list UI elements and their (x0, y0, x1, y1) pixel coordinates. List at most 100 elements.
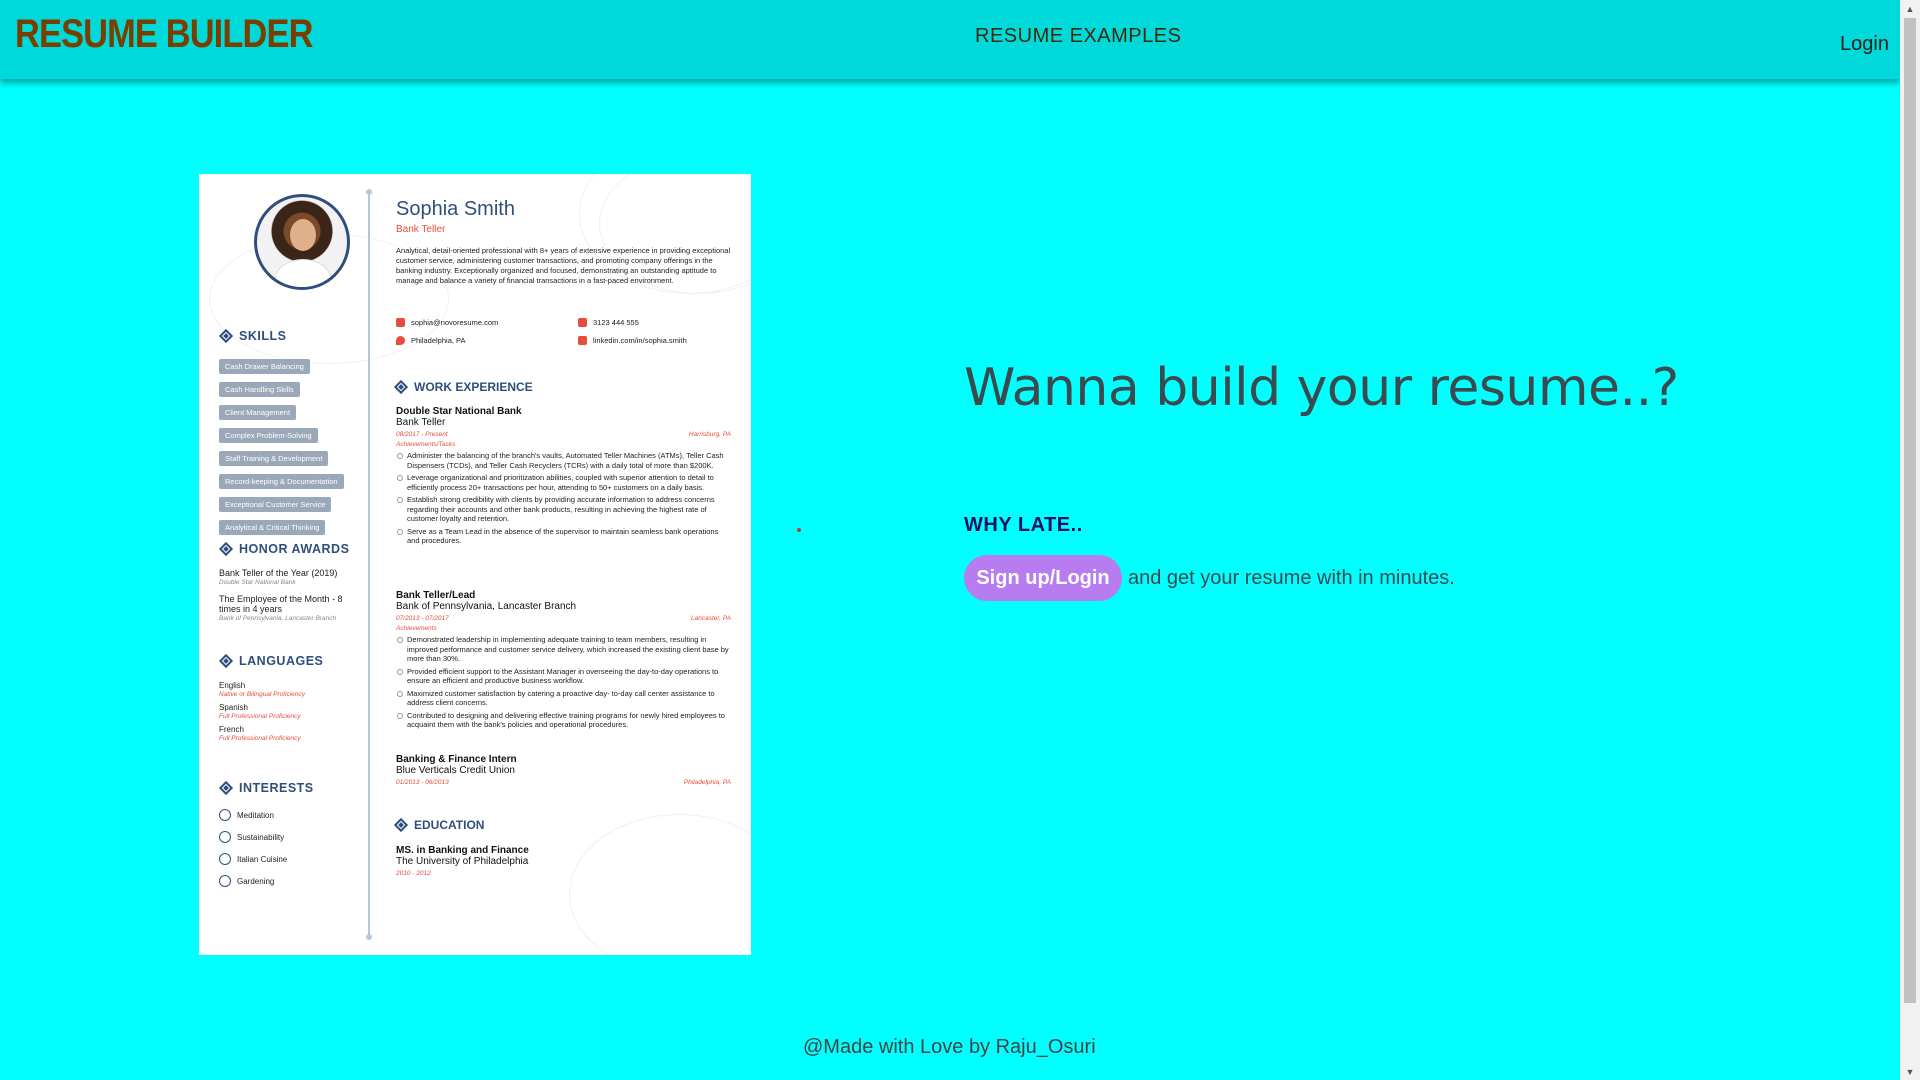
job-company: Bank Teller/Lead (396, 590, 476, 601)
meditation-icon (219, 809, 231, 821)
job-bullet: Serve as a Team Lead in the absence of t… (396, 527, 731, 546)
job-bullet: Maximized customer satisfaction by cater… (396, 689, 731, 708)
language-level: Full Professional Proficiency (219, 735, 301, 742)
interests-heading: INTERESTS (218, 780, 314, 796)
diamond-section-icon (393, 817, 409, 833)
gardening-icon (219, 875, 231, 887)
languages-list: English Native or Bilingual Proficiency … (219, 681, 359, 742)
interest-item: Gardening (219, 870, 359, 892)
skill-tag: Analytical & Critical Thinking (219, 520, 326, 535)
contact-linkedin: linkedin.com/in/sophia.smith (578, 336, 687, 345)
language-name: Spanish (219, 703, 248, 712)
interest-item: Meditation (219, 804, 359, 826)
awards-list: Bank Teller of the Year (2019) Double St… (219, 568, 359, 622)
interests-list: Meditation Sustainability Italian Cuisin… (219, 804, 359, 892)
awards-heading: HONOR AWARDS (218, 541, 349, 557)
diamond-section-icon (218, 653, 234, 669)
job-entry: Bank Teller/Lead Bank of Pennsylvania, L… (396, 590, 731, 730)
skills-heading: SKILLS (218, 328, 286, 344)
job-company: Banking & Finance Intern (396, 754, 517, 765)
language-level: Full Professional Proficiency (219, 713, 301, 720)
education-school: The University of Philadelphia (396, 856, 529, 867)
avatar-body (275, 259, 331, 287)
scroll-down-arrow-icon[interactable]: ▼ (1900, 1063, 1920, 1080)
email-icon (396, 318, 405, 327)
job-bullet: Provided efficient support to the Assist… (396, 667, 731, 686)
education-heading: EDUCATION (393, 817, 484, 833)
education-entry: MS. in Banking and Finance The Universit… (396, 845, 731, 877)
diamond-section-icon (218, 780, 234, 796)
education-degree: MS. in Banking and Finance (396, 845, 529, 856)
avatar (254, 194, 350, 290)
job-title: Bank of Pennsylvania, Lancaster Branch (396, 601, 577, 612)
nav-login[interactable]: Login (1840, 33, 1889, 56)
skill-tag: Cash Handling Skills (219, 382, 300, 397)
skills-list: Cash Drawer Balancing Cash Handling Skil… (219, 356, 364, 540)
job-company: Double Star National Bank (396, 406, 522, 417)
job-meta: 08/2017 - Present Harrisburg, PA (396, 431, 731, 438)
hero-tagline: and get your resume with in minutes. (1128, 567, 1455, 589)
skill-tag: Cash Drawer Balancing (219, 359, 310, 374)
nav-resume-examples[interactable]: RESUME EXAMPLES (975, 25, 1181, 48)
skill-tag: Complex Problem-Solving (219, 428, 318, 443)
skill-tag: Client Management (219, 405, 297, 420)
scroll-up-arrow-icon[interactable]: ▲ (1900, 0, 1920, 17)
language-name: French (219, 725, 244, 734)
resume-right-column: Sophia Smith Bank Teller Analytical, det… (393, 174, 731, 955)
education-dates: 2010 - 2012 (396, 870, 431, 877)
languages-heading: LANGUAGES (218, 653, 323, 669)
brand-logo[interactable]: RESUME BUILDER (15, 12, 313, 57)
award-org: Double Star National Bank (219, 579, 296, 586)
diamond-section-icon (218, 328, 234, 344)
job-bullet: Leverage organizational and prioritizati… (396, 473, 731, 492)
job-bullet: Demonstrated leadership in implementing … (396, 635, 731, 664)
job-title: Bank Teller (396, 417, 446, 428)
signup-login-button[interactable]: Sign up/Login (964, 555, 1122, 601)
job-title: Blue Verticals Credit Union (396, 765, 515, 776)
resume-summary: Analytical, detail-oriented professional… (396, 246, 731, 285)
work-experience-heading: WORK EXPERIENCE (393, 379, 533, 395)
scrollbar-thumb[interactable] (1904, 18, 1916, 1003)
job-achievements-label: Achievements/Tasks (396, 441, 456, 448)
diamond-section-icon (218, 541, 234, 557)
interest-item: Sustainability (219, 826, 359, 848)
resume-name: Sophia Smith (396, 198, 515, 220)
linkedin-icon (578, 336, 587, 345)
resume-example-image: SKILLS Cash Drawer Balancing Cash Handli… (199, 174, 751, 955)
award-org: Bank of Pennsylvania, Lancaster Branch (219, 615, 337, 622)
job-entry: Double Star National Bank Bank Teller 08… (396, 406, 731, 546)
job-bullet: Establish strong credibility with client… (396, 495, 731, 524)
job-bullet: Contributed to designing and delivering … (396, 711, 731, 730)
award-title: The Employee of the Month - 8 times in 4… (219, 594, 343, 614)
resume-role: Bank Teller (396, 224, 446, 235)
why-late-heading: WHY LATE.. (964, 514, 1083, 536)
award-title: Bank Teller of the Year (2019) (219, 568, 338, 578)
language-level: Native or Bilingual Proficiency (219, 691, 305, 698)
job-bullet: Administer the balancing of the branch's… (396, 451, 731, 470)
contact-email: sophia@novoresume.com (396, 318, 498, 327)
resume-divider (366, 189, 372, 940)
avatar-face (290, 219, 316, 251)
hero-title: Wanna build your resume..? (964, 358, 1679, 418)
job-entry: Banking & Finance Intern Blue Verticals … (396, 754, 731, 786)
page-scrollbar[interactable]: ▲ ▼ (1900, 0, 1920, 1080)
resume-left-column: SKILLS Cash Drawer Balancing Cash Handli… (218, 174, 364, 955)
top-navbar: RESUME BUILDER RESUME EXAMPLES Login (0, 0, 1900, 79)
skill-tag: Record-keeping & Documentation (219, 474, 344, 489)
footer-credit: @Made with Love by Raju_Osuri (803, 1036, 1096, 1058)
job-achievements-label: Achievements (396, 625, 437, 632)
language-name: English (219, 681, 246, 690)
decorative-dot (797, 528, 801, 532)
diamond-section-icon (393, 379, 409, 395)
location-icon (396, 336, 405, 345)
contact-phone: 3123 444 555 (578, 318, 639, 327)
job-meta: 07/2013 - 07/2017 Lancaster, PA (396, 615, 731, 622)
sustainability-icon (219, 831, 231, 843)
skill-tag: Staff Training & Development (219, 451, 329, 466)
interest-item: Italian Cuisine (219, 848, 359, 870)
contact-location: Philadelphia, PA (396, 336, 465, 345)
job-meta: 01/2013 - 06/2013 Philadelphia, PA (396, 779, 731, 786)
phone-icon (578, 318, 587, 327)
skill-tag: Exceptional Customer Service (219, 497, 332, 512)
chef-hat-icon (219, 853, 231, 865)
